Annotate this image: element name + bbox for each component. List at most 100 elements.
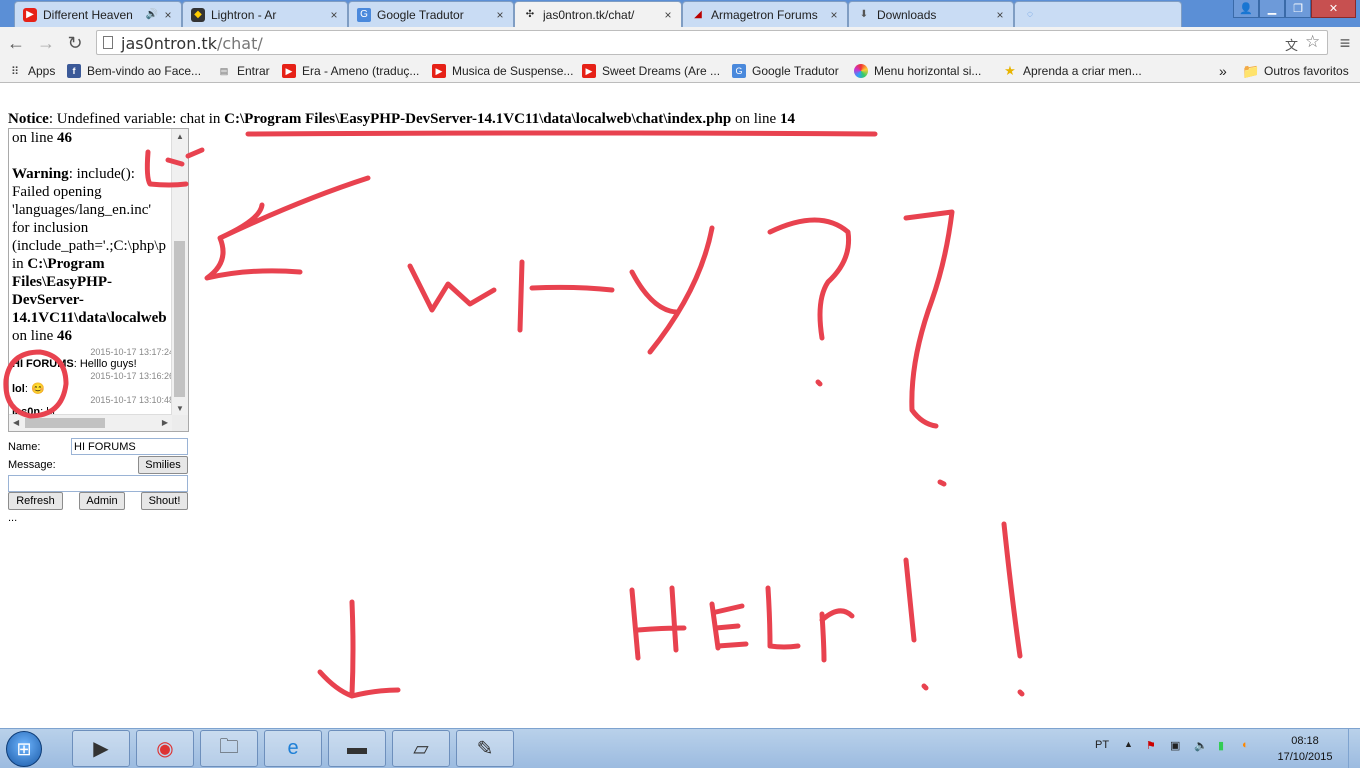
warning-line: DevServer- [12,292,84,308]
php-warning-block: on line 46 Warning: include(): Failed ope… [12,129,174,345]
menu-icon[interactable]: ≡ [1333,31,1357,55]
message-timestamp: 2015-10-17 13:10:48 [90,395,174,405]
admin-button[interactable]: Admin [79,492,125,510]
battery-icon[interactable]: ▮ [1218,739,1224,752]
url-text[interactable]: jas0ntron.tk/chat/ [121,34,263,53]
exclamation-stroke [903,557,917,643]
scroll-right-icon[interactable]: ▶ [162,418,168,427]
close-icon[interactable]: × [827,8,841,22]
chat-log[interactable]: on line 46 Warning: include(): Failed ope… [8,128,189,432]
bookmark-menu-horizontal[interactable]: Menu horizontal si... [854,62,981,80]
tab-lightron[interactable]: ◆ Lightron - Ar × [182,1,348,27]
update-icon[interactable]: ◐ [1242,739,1249,751]
armagetron-icon: ◢ [694,9,702,20]
tab-google-tradutor[interactable]: G Google Tradutor × [348,1,514,27]
file-explorer-icon: 🗀 [219,735,239,758]
close-icon[interactable]: × [661,8,675,22]
back-icon[interactable]: ← [4,31,28,55]
notice-label: Notice [8,111,49,127]
refresh-button[interactable]: Refresh [8,492,63,510]
shout-button[interactable]: Shout! [141,492,188,510]
exclamation-stroke [1001,521,1023,659]
scribble-stroke [185,147,205,159]
smilies-button[interactable]: Smilies [138,456,188,474]
chat-log-content: on line 46 Warning: include(): Failed ope… [12,129,174,417]
name-input[interactable] [71,438,188,455]
google-translate-icon: G [357,7,371,22]
flag-icon[interactable]: ⚑ [1146,739,1156,752]
bookmarks-overflow-button[interactable]: » [1219,62,1227,80]
warning-line: Failed opening [12,184,102,200]
scroll-left-icon[interactable]: ◀ [13,418,19,427]
restore-icon[interactable]: ❐ [1285,0,1311,18]
address-bar[interactable]: jas0ntron.tk/chat/ 文 ☆ [96,30,1328,55]
taskbar-app-button[interactable]: ◉ [136,730,194,767]
warning-line: for inclusion [12,220,89,236]
bookmark-aprenda[interactable]: ★ Aprenda a criar men... [1003,62,1142,80]
exclamation-dot-stroke [921,683,929,691]
close-icon[interactable]: × [327,8,341,22]
user-icon[interactable]: 👤 [1233,0,1259,18]
tab-title: Different Heaven [43,7,133,22]
minimize-icon[interactable]: ▁ [1259,0,1285,18]
close-icon[interactable]: × [993,8,1007,22]
toolbar: ← → ↻ jas0ntron.tk/chat/ 文 ☆ ≡ [0,27,1360,59]
letter-w-stroke [407,263,497,313]
notice-line-number: 14 [779,111,795,127]
url-path: /chat/ [216,34,263,53]
tab-chat-active[interactable]: ✣ jas0ntron.tk/chat/ × [514,1,682,27]
speaker-icon[interactable]: 🔊 [145,8,159,22]
taskbar-app-button[interactable]: ▱ [392,730,450,767]
taskbar-app-button[interactable]: e [264,730,322,767]
letter-l-stroke [765,585,801,650]
tab-armagetron-forums[interactable]: ◢ Armagetron Forums × [682,1,848,27]
show-hidden-icons-icon[interactable]: ▲ [1124,739,1133,749]
bookmark-google-tradutor[interactable]: G Google Tradutor [732,62,839,80]
forward-icon[interactable]: → [34,31,58,55]
warning-line: 'languages/lang_en.inc' [12,202,152,218]
bookmarks-bar: ⠿ Apps f Bem-vindo ao Face... ▤ Entrar ▶… [0,59,1360,83]
tab-loading[interactable]: ◌ [1014,1,1182,27]
scroll-thumb[interactable] [174,241,185,397]
youtube-icon: ▶ [432,64,446,78]
close-icon[interactable]: × [493,8,507,22]
bookmark-entrar[interactable]: ▤ Entrar [217,62,270,80]
tab-different-heaven[interactable]: ▶ Different Heaven 🔊 × [14,1,182,27]
taskbar-app-button[interactable]: ▶ [72,730,130,767]
tab-downloads[interactable]: ⬇ Downloads × [848,1,1014,27]
language-indicator[interactable]: PT [1095,739,1109,751]
taskbar-app-button[interactable]: ✎ [456,730,514,767]
start-button[interactable]: ⊞ [6,731,42,767]
other-bookmarks-folder[interactable]: 📁 Outros favoritos [1242,62,1348,80]
media-player-icon: ▶ [93,738,109,760]
close-icon[interactable]: × [161,8,175,22]
horizontal-scrollbar[interactable]: ◀ ▶ [9,414,172,431]
show-desktop-button[interactable] [1348,729,1360,768]
vertical-scrollbar[interactable]: ▲ ▼ [171,129,188,416]
scroll-up-icon[interactable]: ▲ [176,132,184,141]
taskbar-app-button[interactable]: ▬ [328,730,386,767]
reload-icon[interactable]: ↻ [63,31,87,55]
windows-logo-icon: ⊞ [16,738,32,759]
bookmark-apps[interactable]: ⠿ Apps [8,62,55,80]
scroll-down-icon[interactable]: ▼ [176,404,184,413]
notepad-icon: ▱ [413,738,429,760]
bookmark-label: Menu horizontal si... [874,64,982,78]
chat-message: 2015-10-17 13:17:24 HI FORUMS: Helllo guy… [12,347,174,371]
bookmark-facebook[interactable]: f Bem-vindo ao Face... [67,62,201,80]
window-close-icon[interactable]: ✕ [1311,0,1356,18]
clock[interactable]: 08:18 17/10/2015 [1268,733,1342,765]
scroll-thumb[interactable] [25,418,105,428]
message-input[interactable] [8,475,188,492]
volume-icon[interactable]: 🔈 [1194,739,1208,752]
bookmark-sweet-dreams[interactable]: ▶ Sweet Dreams (Are ... [582,62,720,80]
tab-title: Armagetron Forums [711,7,818,22]
network-icon[interactable]: ▣ [1170,739,1180,752]
taskbar-app-button[interactable]: 🗀 [200,730,258,767]
message-body: : Helllo guys! [73,358,137,370]
bookmark-era-ameno[interactable]: ▶ Era - Ameno (traduç... [282,62,419,80]
translate-page-icon[interactable]: 文 [1285,35,1298,54]
bookmark-musica-suspense[interactable]: ▶ Musica de Suspense... [432,62,573,80]
bookmark-star-icon[interactable]: ☆ [1305,32,1320,52]
warning-line: in C:\Program [12,256,105,272]
